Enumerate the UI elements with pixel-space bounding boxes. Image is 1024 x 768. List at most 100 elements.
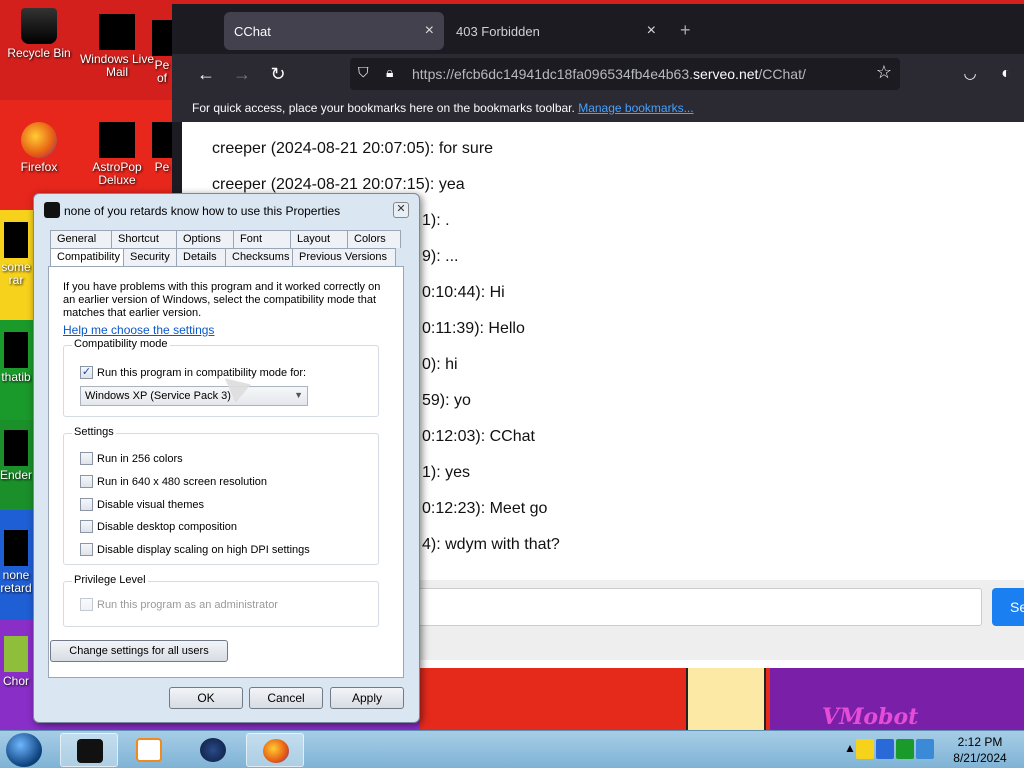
tab-details[interactable]: Details: [176, 248, 226, 266]
chat-message: 1): yes: [422, 464, 471, 481]
checkbox: [80, 598, 93, 611]
tray-app-icon[interactable]: [876, 739, 894, 759]
close-tab-icon[interactable]: ×: [647, 22, 656, 40]
tab-bar: CChat × 403 Forbidden × +: [172, 4, 1024, 54]
system-tray: ▲ 2:12 PM 8/21/2024: [840, 731, 1024, 768]
tab-security[interactable]: Security: [123, 248, 177, 266]
account-icon[interactable]: ◐: [994, 62, 1018, 86]
checkbox[interactable]: [80, 452, 93, 465]
desktop-icon-chor[interactable]: Chor: [0, 636, 32, 688]
chat-message: 1): .: [422, 212, 450, 229]
bookmark-star-icon[interactable]: ☆: [876, 62, 892, 83]
network-icon[interactable]: [896, 739, 914, 759]
desktop-icon-ender[interactable]: Ender: [0, 430, 32, 482]
tab-colors[interactable]: Colors: [347, 230, 401, 248]
wallpaper-logo: VMobot: [822, 704, 919, 730]
app-icon: [4, 222, 28, 258]
dialog-title: none of you retards know how to use this…: [64, 204, 341, 218]
cancel-button[interactable]: Cancel: [249, 687, 323, 709]
help-link[interactable]: Help me choose the settings: [63, 323, 214, 337]
show-hidden-icons-icon[interactable]: ▲: [844, 741, 856, 755]
compatibility-mode-select[interactable]: Windows XP (Service Pack 3) ▼: [80, 386, 308, 406]
game-icon: [99, 122, 135, 158]
desktop-icon-pe[interactable]: Pe of: [150, 20, 174, 85]
manage-bookmarks-link[interactable]: Manage bookmarks...: [578, 101, 693, 115]
tab-row-1: General Shortcut Options Font Layout Col…: [50, 230, 401, 248]
url-bar[interactable]: ⛉ 🔒︎ https://efcb6dc14941dc18fa096534fb4…: [350, 58, 900, 90]
clock[interactable]: 2:12 PM 8/21/2024: [946, 734, 1014, 766]
taskbar-item-media[interactable]: [120, 733, 178, 767]
start-button-icon[interactable]: [6, 733, 42, 767]
checkbox[interactable]: [80, 543, 93, 556]
url-text[interactable]: https://efcb6dc14941dc18fa096534fb4e4b63…: [412, 66, 806, 82]
change-settings-all-users-button[interactable]: Change settings for all users: [50, 640, 228, 662]
media-player-icon: [136, 738, 162, 762]
mail-icon: [99, 14, 135, 50]
app-icon: [4, 636, 28, 672]
desktop-icon-some[interactable]: some rar: [0, 222, 32, 287]
lock-icon[interactable]: 🔒︎: [386, 64, 393, 81]
app-icon: [152, 20, 172, 56]
desktop-icon-pe-2[interactable]: Pe: [150, 122, 174, 174]
taskbar-item-cmd[interactable]: [60, 733, 118, 767]
chat-message: 0:12:03): CChat: [422, 428, 535, 445]
chat-message: creeper (2024-08-21 20:07:05): for sure: [212, 140, 494, 157]
reload-icon[interactable]: ↻: [266, 62, 290, 86]
checkbox[interactable]: [80, 475, 93, 488]
compatibility-mode-checkbox[interactable]: ✓: [80, 366, 93, 379]
tab-403-forbidden[interactable]: 403 Forbidden ×: [446, 12, 666, 50]
desktop-icon-astropop[interactable]: AstroPop Deluxe: [78, 122, 156, 187]
tab-options[interactable]: Options: [176, 230, 234, 248]
back-icon[interactable]: ←: [194, 62, 218, 86]
ok-button[interactable]: OK: [169, 687, 243, 709]
tab-font[interactable]: Font: [233, 230, 291, 248]
shield-icon[interactable]: ⛉: [358, 64, 369, 81]
tab-cchat[interactable]: CChat ×: [224, 12, 444, 50]
tab-row-2: Compatibility Security Details Checksums…: [50, 248, 396, 268]
tab-shortcut[interactable]: Shortcut: [111, 230, 177, 248]
message-input[interactable]: [412, 588, 982, 626]
send-button[interactable]: Se: [992, 588, 1024, 626]
desktop-icon-firefox[interactable]: Firefox: [0, 122, 78, 174]
apply-button[interactable]: Apply: [330, 687, 404, 709]
tray-app-icon[interactable]: [916, 739, 934, 759]
chat-message: 59): yo: [422, 392, 471, 409]
pocket-icon[interactable]: ◡: [958, 62, 982, 86]
chat-message: creeper (2024-08-21 20:07:15): yea: [212, 176, 465, 193]
desktop-icon-none[interactable]: none retard: [0, 530, 32, 595]
close-tab-icon[interactable]: ×: [425, 22, 434, 40]
tab-checksums[interactable]: Checksums: [225, 248, 293, 266]
desktop-icon-windows-live-mail[interactable]: Windows Live Mail: [78, 14, 156, 79]
tab-previous-versions[interactable]: Previous Versions: [292, 248, 396, 266]
tab-layout[interactable]: Layout: [290, 230, 348, 248]
setting-disable-dpi-scaling[interactable]: Disable display scaling on high DPI sett…: [80, 543, 310, 556]
setting-disable-desktop-composition[interactable]: Disable desktop composition: [80, 520, 237, 533]
bookmarks-toolbar: For quick access, place your bookmarks h…: [172, 94, 1024, 122]
checkbox[interactable]: [80, 520, 93, 533]
close-icon[interactable]: ✕: [393, 202, 409, 218]
program-icon: [44, 202, 60, 218]
tab-general[interactable]: General: [50, 230, 112, 248]
app-icon: [152, 122, 172, 158]
chat-message: 0:11:39): Hello: [422, 320, 525, 337]
setting-640x480[interactable]: Run in 640 x 480 screen resolution: [80, 475, 267, 488]
settings-group: Settings Run in 256 colors Run in 640 x …: [63, 426, 379, 565]
checkbox[interactable]: [80, 498, 93, 511]
taskbar-item-globe[interactable]: [184, 733, 242, 767]
chat-message: 0): hi: [422, 356, 458, 373]
tray-app-icon[interactable]: [856, 739, 874, 759]
recycle-bin-icon: [21, 8, 57, 44]
new-tab-icon[interactable]: +: [680, 20, 691, 41]
forward-icon[interactable]: →: [230, 62, 254, 86]
run-as-admin-row: Run this program as an administrator: [80, 598, 278, 611]
tab-compatibility[interactable]: Compatibility: [50, 248, 124, 268]
setting-256-colors[interactable]: Run in 256 colors: [80, 452, 183, 465]
desktop-icon-thatib[interactable]: thatib: [0, 332, 32, 384]
app-icon: [4, 332, 28, 368]
desktop-icon-recycle-bin[interactable]: Recycle Bin: [0, 8, 78, 60]
console-icon: [77, 739, 103, 763]
compatibility-mode-checkbox-row[interactable]: ✓ Run this program in compatibility mode…: [80, 366, 306, 379]
setting-disable-visual-themes[interactable]: Disable visual themes: [80, 498, 204, 511]
chat-message: 0:12:23): Meet go: [422, 500, 548, 517]
taskbar-item-firefox[interactable]: [246, 733, 304, 767]
